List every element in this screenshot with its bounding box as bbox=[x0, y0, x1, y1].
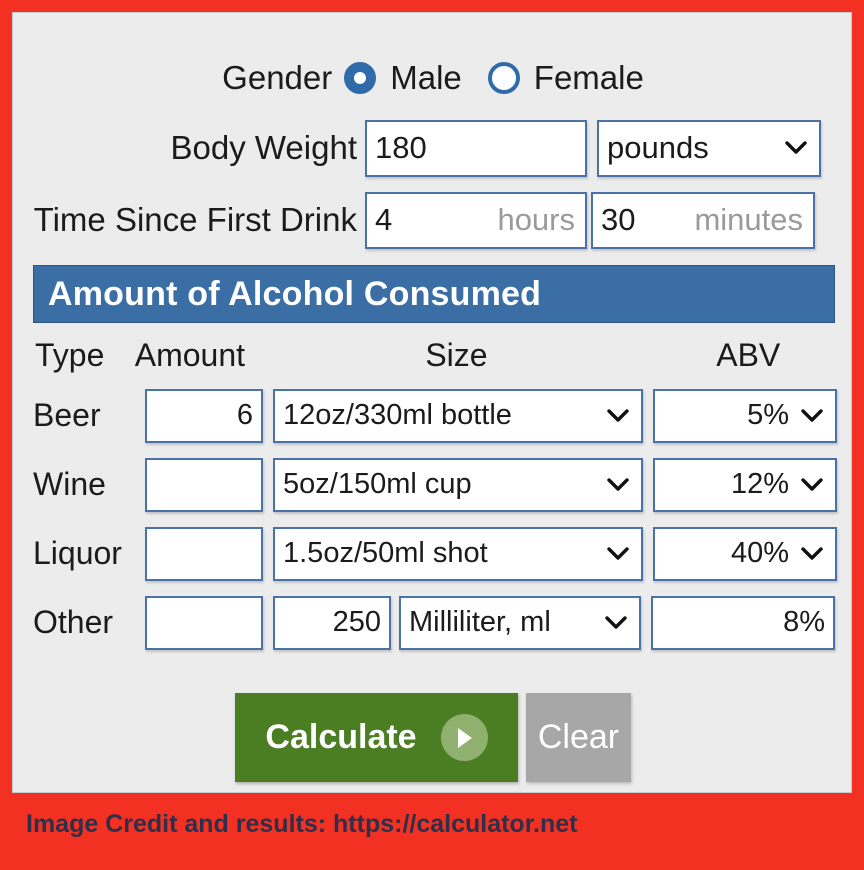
size-number-input-other[interactable]: 250 bbox=[273, 595, 391, 650]
chevron-down-icon bbox=[601, 615, 639, 630]
table-row: Beer 6 12oz/330ml bottle 5% bbox=[33, 381, 843, 450]
chevron-down-icon bbox=[797, 477, 835, 492]
play-icon bbox=[440, 714, 488, 761]
chevron-down-icon bbox=[603, 546, 641, 561]
body-weight-label: Body Weight bbox=[170, 129, 358, 166]
column-header-type: Type bbox=[35, 336, 105, 373]
time-since-first-drink-label: Time Since First Drink bbox=[33, 201, 357, 238]
chevron-down-icon bbox=[603, 477, 641, 492]
calculate-button[interactable]: Calculate bbox=[235, 693, 518, 782]
calculate-button-label: Calculate bbox=[265, 718, 417, 756]
abv-select-liquor[interactable]: 40% bbox=[653, 526, 837, 581]
minutes-value: 30 bbox=[601, 202, 636, 237]
size-select-liquor[interactable]: 1.5oz/50ml shot bbox=[273, 526, 643, 581]
chevron-down-icon bbox=[797, 408, 835, 423]
amount-value-beer: 6 bbox=[236, 399, 253, 431]
abv-select-beer[interactable]: 5% bbox=[653, 388, 837, 443]
drink-type-label-other: Other bbox=[33, 604, 114, 640]
amount-input-other[interactable] bbox=[145, 595, 263, 650]
hours-value: 4 bbox=[375, 202, 393, 237]
size-unit-select-other[interactable]: Milliliter, ml bbox=[399, 595, 641, 650]
gender-label: Gender bbox=[222, 59, 333, 96]
table-row: Liquor 1.5oz/50ml shot 40% bbox=[33, 519, 843, 588]
column-header-size: Size bbox=[425, 336, 488, 373]
drink-type-label-wine: Wine bbox=[33, 466, 106, 502]
alcohol-section-header: Amount of Alcohol Consumed bbox=[33, 265, 835, 323]
radio-female-icon[interactable] bbox=[487, 62, 520, 94]
drink-type-label-liquor: Liquor bbox=[33, 535, 122, 571]
column-header-amount: Amount bbox=[134, 336, 246, 373]
size-select-wine[interactable]: 5oz/150ml cup bbox=[273, 457, 643, 512]
abv-value-other: 8% bbox=[783, 606, 825, 638]
size-select-beer[interactable]: 12oz/330ml bottle bbox=[273, 388, 643, 443]
app-frame: Gender Male Female Body Weight 180 pound… bbox=[0, 0, 864, 870]
table-row: Other 250 Milliliter, ml 8% bbox=[33, 588, 843, 657]
abv-input-other[interactable]: 8% bbox=[651, 595, 835, 650]
size-value-beer: 12oz/330ml bottle bbox=[283, 399, 512, 431]
alcohol-table-header-row: Type Amount Size ABV bbox=[33, 329, 843, 381]
gender-option-female-label: Female bbox=[533, 59, 644, 96]
body-weight-input[interactable]: 180 bbox=[365, 119, 587, 177]
minutes-input[interactable]: 30 minutes bbox=[591, 191, 815, 249]
table-row: Wine 5oz/150ml cup 12% bbox=[33, 450, 843, 519]
gender-option-female[interactable]: Female bbox=[487, 59, 644, 97]
bac-calculator-panel: Gender Male Female Body Weight 180 pound… bbox=[12, 12, 852, 793]
clear-button[interactable]: Clear bbox=[526, 693, 631, 782]
body-weight-unit-value: pounds bbox=[607, 130, 709, 165]
drink-type-label-beer: Beer bbox=[33, 397, 101, 433]
hours-input[interactable]: 4 hours bbox=[365, 191, 587, 249]
radio-male-icon[interactable] bbox=[344, 62, 377, 94]
hours-suffix-label: hours bbox=[497, 202, 575, 237]
chevron-down-icon bbox=[781, 141, 819, 155]
gender-option-male-label: Male bbox=[390, 59, 462, 96]
footer-credit-text: Image Credit and results: https://calcul… bbox=[26, 810, 578, 838]
alcohol-table: Type Amount Size ABV Beer 6 12oz/330ml b… bbox=[33, 329, 843, 657]
chevron-down-icon bbox=[603, 408, 641, 423]
abv-value-liquor: 40% bbox=[730, 537, 789, 569]
size-unit-value-other: Milliliter, ml bbox=[409, 606, 551, 638]
actions-row: Calculate Clear bbox=[13, 693, 853, 782]
size-number-value-other: 250 bbox=[332, 606, 381, 638]
body-weight-row: Body Weight 180 pounds bbox=[13, 118, 853, 178]
column-header-abv: ABV bbox=[716, 336, 781, 373]
body-weight-value: 180 bbox=[375, 130, 427, 165]
time-since-first-drink-row: Time Since First Drink 4 hours 30 minute… bbox=[13, 190, 853, 250]
amount-input-liquor[interactable] bbox=[145, 526, 263, 581]
gender-option-male[interactable]: Male bbox=[344, 59, 488, 97]
gender-row: Gender Male Female bbox=[13, 53, 853, 103]
minutes-suffix-label: minutes bbox=[694, 202, 803, 237]
chevron-down-icon bbox=[797, 546, 835, 561]
size-value-wine: 5oz/150ml cup bbox=[283, 468, 472, 500]
body-weight-unit-select[interactable]: pounds bbox=[597, 119, 821, 177]
abv-value-beer: 5% bbox=[747, 399, 789, 431]
abv-select-wine[interactable]: 12% bbox=[653, 457, 837, 512]
alcohol-section-title: Amount of Alcohol Consumed bbox=[48, 274, 542, 313]
abv-value-wine: 12% bbox=[730, 468, 789, 500]
amount-input-wine[interactable] bbox=[145, 457, 263, 512]
size-value-liquor: 1.5oz/50ml shot bbox=[283, 537, 488, 569]
amount-input-beer[interactable]: 6 bbox=[145, 388, 263, 443]
